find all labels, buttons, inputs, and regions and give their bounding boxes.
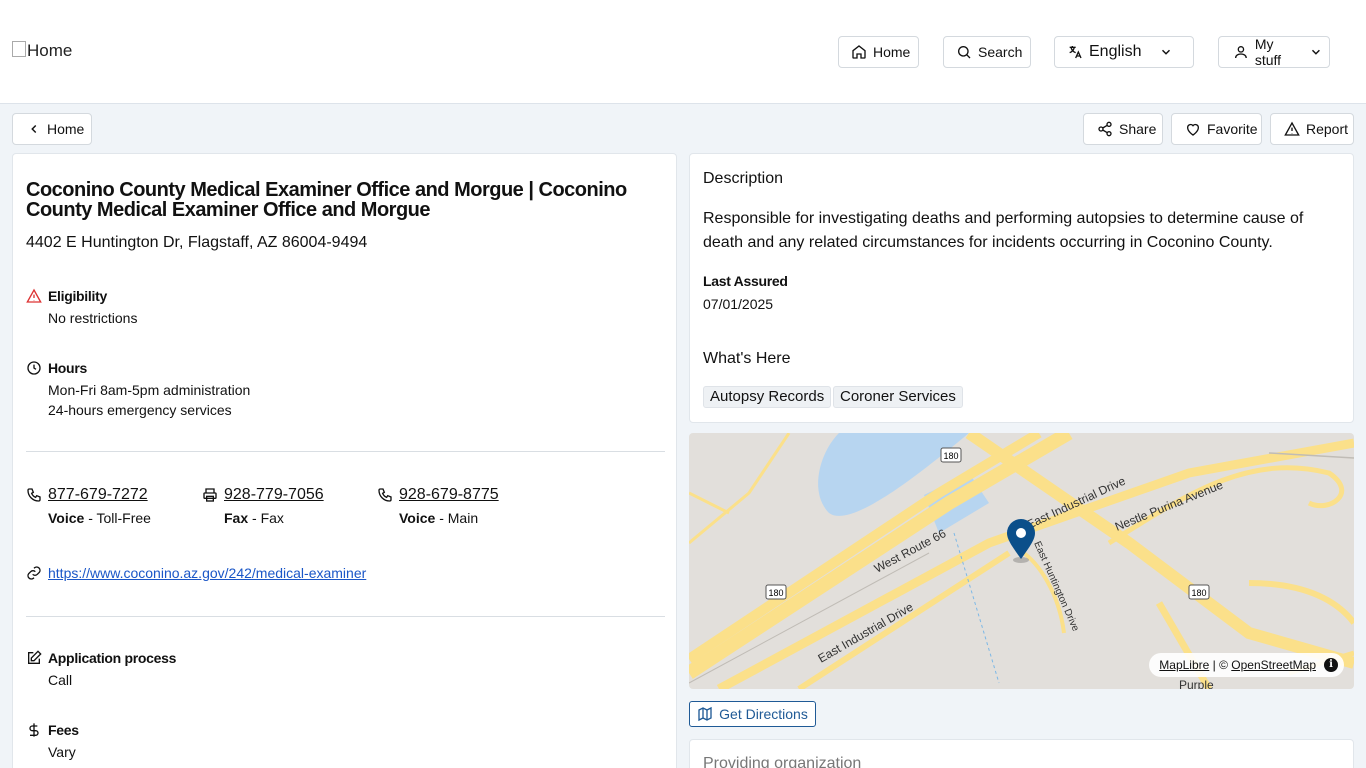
phone-entry: 928-779-7056 Fax - Fax	[202, 486, 324, 526]
report-button[interactable]: Report	[1270, 113, 1354, 145]
chevron-down-icon	[1161, 49, 1171, 55]
maplibre-link[interactable]: MapLibre	[1159, 658, 1209, 672]
description-text: Responsible for investigating deaths and…	[703, 210, 1304, 251]
route-shield: 180	[765, 584, 787, 600]
phone-type: Voice - Toll-Free	[48, 510, 151, 526]
service-tag[interactable]: Autopsy Records	[703, 386, 832, 408]
share-button[interactable]: Share	[1083, 113, 1163, 145]
phone-entry: 877-679-7272 Voice - Toll-Free	[26, 486, 151, 526]
eligibility-value: No restrictions	[48, 310, 138, 326]
providing-organization-card: Providing organization	[689, 739, 1354, 768]
user-icon	[1234, 46, 1247, 59]
street-label: Nestle Purina Avenue	[1113, 478, 1225, 534]
providing-organization-heading: Providing organization	[703, 755, 862, 768]
section-divider	[26, 451, 665, 452]
openstreetmap-link[interactable]: OpenStreetMap	[1231, 658, 1316, 672]
site-header: Home Home Search English My stuff	[0, 0, 1366, 104]
phone-icon	[378, 488, 392, 502]
dollar-icon	[29, 723, 39, 737]
map-icon	[698, 706, 712, 722]
language-label: English	[1089, 43, 1142, 60]
service-details-card: Coconino County Medical Examiner Office …	[12, 153, 677, 768]
share-icon	[1098, 121, 1112, 137]
svg-text:180: 180	[768, 588, 783, 598]
website-row: https://www.coconino.az.gov/242/medical-…	[26, 565, 366, 581]
phone-icon	[27, 488, 41, 502]
info-icon[interactable]: i	[1324, 658, 1338, 672]
link-icon	[27, 566, 41, 580]
phone-number-link[interactable]: 877-679-7272	[26, 486, 151, 504]
last-assured-value: 07/01/2025	[703, 296, 774, 312]
eligibility-label: Eligibility	[48, 288, 107, 304]
page-title: Coconino County Medical Examiner Office …	[26, 179, 627, 221]
chevron-left-icon	[31, 124, 37, 134]
language-select[interactable]: English	[1054, 36, 1194, 68]
description-card: Description Responsible for investigatin…	[689, 153, 1354, 423]
nav-home-button[interactable]: Home	[838, 36, 919, 68]
logo-alt-text: Home	[27, 41, 73, 60]
whats-here-heading: What's Here	[703, 350, 791, 367]
edit-icon	[28, 650, 42, 664]
location-map[interactable]: 180 180 180 West Route 66 East Industria…	[689, 433, 1354, 689]
section-divider	[26, 616, 665, 617]
chevron-down-icon	[1312, 49, 1321, 55]
application-label: Application process	[48, 650, 177, 666]
fees-section: Fees Vary	[26, 720, 79, 762]
last-assured-label: Last Assured	[703, 273, 788, 289]
my-stuff-label: My stuff	[1254, 36, 1282, 68]
phone-number-link[interactable]: 928-679-8775	[377, 486, 499, 504]
application-section: Application process Call	[26, 648, 176, 690]
nav-home-label: Home	[873, 44, 911, 60]
map-canvas: 180 180 180 West Route 66 East Industria…	[689, 433, 1354, 689]
street-label: Purple	[1179, 678, 1214, 689]
share-label: Share	[1119, 121, 1157, 137]
home-logo-link[interactable]: Home	[12, 41, 72, 61]
search-icon	[958, 46, 971, 59]
phone-type: Fax - Fax	[224, 510, 284, 526]
svg-text:180: 180	[943, 451, 958, 461]
service-address: 4402 E Huntington Dr, Flagstaff, AZ 8600…	[26, 234, 368, 251]
street-label: East Huntington Drive	[1031, 540, 1081, 634]
phone-type: Voice - Main	[399, 510, 479, 526]
nav-search-button[interactable]: Search	[943, 36, 1031, 68]
nav-search-label: Search	[978, 44, 1023, 60]
eligibility-section: Eligibility No restrictions	[26, 286, 137, 328]
website-link[interactable]: https://www.coconino.az.gov/242/medical-…	[48, 565, 366, 581]
route-shield: 180	[940, 447, 962, 463]
attribution-separator: | ©	[1209, 658, 1232, 672]
svg-text:180: 180	[1191, 588, 1206, 598]
back-home-button[interactable]: Home	[12, 113, 92, 145]
get-directions-button[interactable]: Get Directions	[689, 701, 816, 727]
route-shield: 180	[1188, 584, 1210, 600]
favorite-label: Favorite	[1207, 121, 1258, 137]
application-value: Call	[48, 672, 73, 688]
back-label: Home	[47, 121, 85, 137]
hours-line: Mon-Fri 8am-5pm administration	[48, 382, 251, 398]
fees-label: Fees	[48, 722, 79, 738]
service-tag[interactable]: Coroner Services	[833, 386, 963, 408]
home-icon	[852, 45, 866, 59]
report-label: Report	[1306, 121, 1349, 137]
hours-line: 24-hours emergency services	[48, 402, 232, 418]
fees-value: Vary	[48, 744, 76, 760]
my-stuff-menu-button[interactable]: My stuff	[1218, 36, 1330, 68]
clock-icon	[27, 361, 41, 375]
get-directions-label: Get Directions	[719, 706, 808, 722]
fax-number-link[interactable]: 928-779-7056	[202, 486, 324, 504]
heart-icon	[1187, 123, 1199, 136]
favorite-button[interactable]: Favorite	[1171, 113, 1262, 145]
map-attribution: MapLibre | © OpenStreetMap i	[1149, 653, 1344, 677]
broken-image-icon	[12, 41, 26, 57]
translate-icon	[1069, 46, 1082, 59]
phone-entry: 928-679-8775 Voice - Main	[377, 486, 499, 526]
warning-icon	[1284, 121, 1300, 136]
hours-label: Hours	[48, 360, 87, 376]
printer-icon	[203, 488, 217, 502]
warning-icon	[26, 288, 42, 303]
description-heading: Description	[703, 170, 784, 187]
hours-section: Hours Mon-Fri 8am-5pm administration 24-…	[26, 358, 250, 420]
